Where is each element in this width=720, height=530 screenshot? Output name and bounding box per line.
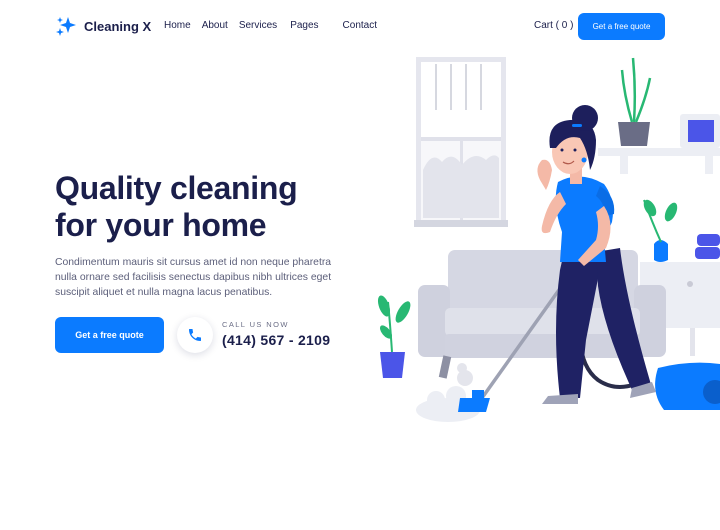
phone-button[interactable]: [177, 317, 213, 353]
shelf-illustration: [598, 57, 720, 174]
phone-number[interactable]: (414) 567 - 2109: [222, 332, 330, 348]
nav-link-contact[interactable]: Contact: [343, 20, 377, 31]
hero-paragraph: Condimentum mauris sit cursus amet id no…: [55, 257, 332, 298]
logo-text: Cleaning X: [84, 18, 152, 34]
nav-get-quote-button[interactable]: Get a free quote: [578, 13, 665, 40]
navbar: Cleaning X Home About Services Pages Con…: [0, 0, 720, 52]
cart-link[interactable]: Cart ( 0 ): [534, 20, 573, 31]
floor-plant-illustration: [377, 295, 411, 378]
hero-headline: Quality cleaning for your home: [55, 170, 355, 244]
nav-link-pages[interactable]: Pages: [290, 20, 318, 31]
hero-headline-line-1: Quality cleaning: [55, 170, 298, 206]
logo[interactable]: Cleaning X: [55, 15, 151, 37]
window-illustration: [414, 57, 508, 227]
cleaning-illustration: [377, 57, 720, 422]
call-us-label: CALL US NOW: [222, 320, 289, 329]
hero-headline-line-2: for your home: [55, 207, 267, 243]
nav-link-home[interactable]: Home: [164, 20, 191, 31]
nav-links: Home About Services Pages Contact: [164, 20, 377, 31]
nav-link-services[interactable]: Services: [239, 20, 277, 31]
hero-get-quote-button[interactable]: Get a free quote: [55, 317, 164, 353]
nav-link-about[interactable]: About: [202, 20, 228, 31]
sparkle-icon: [56, 17, 76, 36]
phone-icon: [189, 329, 201, 341]
